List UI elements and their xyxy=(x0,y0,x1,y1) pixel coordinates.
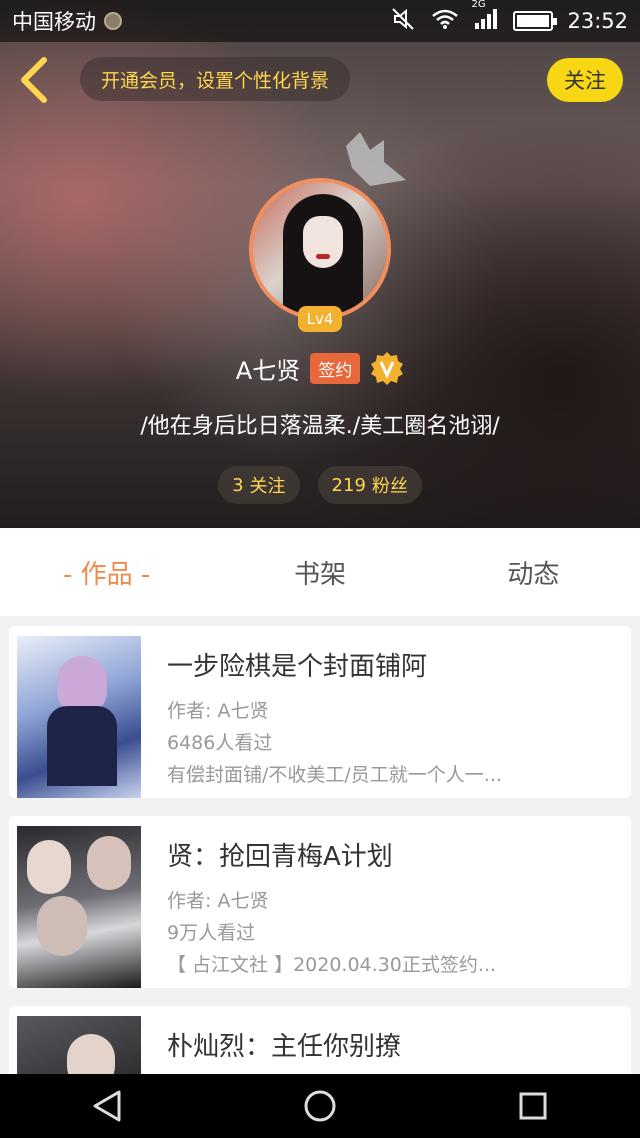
mute-icon xyxy=(391,7,417,36)
user-name: A七贤 xyxy=(235,356,301,385)
system-nav-bar xyxy=(0,1074,640,1138)
work-author: 作者: A七贤 xyxy=(167,700,269,722)
verified-v-icon xyxy=(371,352,404,385)
square-recents-icon xyxy=(519,1092,547,1120)
chevron-left-icon xyxy=(21,57,47,103)
back-button[interactable] xyxy=(14,56,54,104)
tab-activity[interactable]: 动态 xyxy=(427,528,640,616)
work-card[interactable]: 一步险棋是个封面铺阿 作者: A七贤 6486人看过 有偿封面铺/不收美工/员工… xyxy=(9,626,631,798)
status-bar: 中国移动 2G 23:52 xyxy=(0,0,640,42)
signal-icon: 2G xyxy=(471,0,499,36)
profile-tabs: - 作品 - 书架 动态 xyxy=(0,528,640,616)
wifi-icon xyxy=(431,8,459,35)
work-card[interactable]: 贤：抢回青梅A计划 作者: A七贤 9万人看过 【 占江文社 】2020.04.… xyxy=(9,816,631,988)
work-title: 贤：抢回青梅A计划 xyxy=(167,842,393,872)
network-type: 2G xyxy=(471,0,486,10)
signed-badge: 签约 xyxy=(310,352,361,384)
level-badge: Lv4 xyxy=(298,306,342,332)
circle-home-icon xyxy=(304,1090,336,1122)
profile-header: 中国移动 2G 23:52 开通会员，设置个性化背景 关注 Lv4 A七贤 签约… xyxy=(0,0,640,528)
app-notification-icon xyxy=(104,12,122,30)
work-card[interactable]: 朴灿烈：主任你别撩 xyxy=(9,1006,631,1074)
follow-button[interactable]: 关注 xyxy=(547,58,623,102)
work-views: 9万人看过 xyxy=(167,922,256,944)
fans-label: 粉丝 xyxy=(371,476,408,497)
work-views: 6486人看过 xyxy=(167,732,273,754)
work-description: 有偿封面铺/不收美工/员工就一个人一... xyxy=(167,764,502,786)
nav-home-button[interactable] xyxy=(300,1086,340,1126)
user-bio: /他在身后比日落温柔./美工圈名池诩/ xyxy=(140,414,500,439)
nav-recents-button[interactable] xyxy=(513,1086,553,1126)
tab-bookshelf[interactable]: 书架 xyxy=(213,528,426,616)
book-cover xyxy=(17,1016,141,1074)
work-title: 一步险棋是个封面铺阿 xyxy=(167,652,428,682)
tab-works[interactable]: - 作品 - xyxy=(0,528,213,616)
fans-stat[interactable]: 219 粉丝 xyxy=(317,466,422,504)
work-author: 作者: A七贤 xyxy=(167,890,269,912)
following-stat[interactable]: 3 关注 xyxy=(218,466,300,504)
battery-icon xyxy=(513,11,558,31)
carrier-label: 中国移动 xyxy=(12,10,96,34)
vip-background-prompt[interactable]: 开通会员，设置个性化背景 xyxy=(80,57,350,101)
clock: 23:52 xyxy=(567,9,628,33)
work-description: 【 占江文社 】2020.04.30正式签约... xyxy=(167,954,496,976)
triangle-back-icon xyxy=(93,1090,121,1122)
stats-row: 3 关注 219 粉丝 xyxy=(0,466,640,504)
book-cover xyxy=(17,636,141,798)
works-list: 一步险棋是个封面铺阿 作者: A七贤 6486人看过 有偿封面铺/不收美工/员工… xyxy=(0,616,640,1074)
book-cover xyxy=(17,826,141,988)
fans-count: 219 xyxy=(331,474,366,496)
work-title: 朴灿烈：主任你别撩 xyxy=(167,1032,402,1062)
following-count: 3 xyxy=(232,474,244,496)
following-label: 关注 xyxy=(249,476,286,497)
avatar[interactable] xyxy=(249,178,391,320)
name-row: A七贤 签约 xyxy=(0,348,640,388)
nav-back-button[interactable] xyxy=(87,1086,127,1126)
